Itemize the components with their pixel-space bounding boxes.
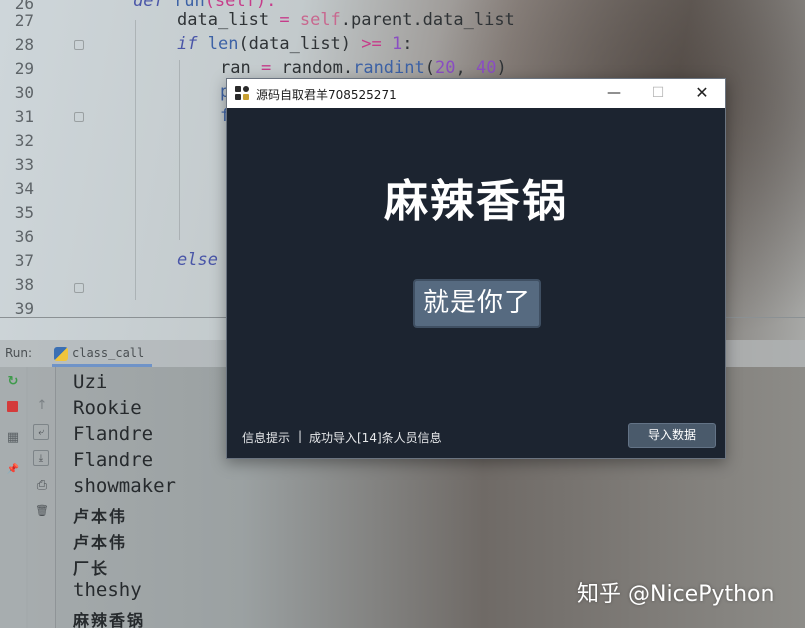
line-number: 35 (14, 203, 34, 222)
pick-button[interactable]: 就是你了 (413, 279, 541, 328)
keyword: if (177, 34, 198, 54)
code-line-27[interactable]: data_list = self.parent.data_list (177, 10, 515, 30)
line-number: 32 (14, 131, 34, 150)
line-number: 39 (14, 299, 34, 318)
line-number: 30 (14, 83, 34, 102)
scroll-to-end-icon[interactable]: ⤓ (33, 450, 49, 466)
console-line: 厂长 (73, 559, 110, 578)
code-line-28[interactable]: if len(data_list) >= 1: (177, 34, 412, 54)
line-number: 31 (14, 107, 34, 126)
watermark: 知乎 @NicePython (577, 582, 775, 607)
minimize-button[interactable]: — (591, 79, 637, 108)
import-data-button[interactable]: 导入数据 (628, 423, 716, 448)
indent-guide (179, 60, 180, 240)
line-number: 27 (14, 11, 34, 30)
maximize-button[interactable]: ☐ (635, 79, 681, 108)
code-line-37[interactable]: else (177, 250, 218, 270)
console-line: Flandre (73, 423, 154, 445)
code-text: , (455, 58, 476, 78)
code-text: ) (496, 58, 507, 78)
operator: = (279, 10, 290, 30)
tab-label: class_call (72, 346, 145, 360)
code-line-29[interactable]: ran = random.randint(20, 40) (220, 58, 507, 78)
close-button[interactable]: ✕ (679, 79, 725, 108)
python-icon (54, 347, 68, 361)
code-text: : (402, 34, 413, 54)
operator: >= (361, 34, 382, 54)
self-keyword: self (289, 10, 341, 30)
fold-marker-icon[interactable] (74, 40, 84, 50)
console-line: 卢本伟 (73, 507, 128, 526)
indent-guide (135, 20, 136, 300)
fold-marker-icon[interactable] (74, 283, 84, 293)
console-line: 麻辣香锅 (73, 611, 146, 628)
line-number: 38 (14, 275, 34, 294)
code-text: ran (220, 58, 261, 78)
status-message: 成功导入[14]条人员信息 (309, 431, 442, 445)
status-separator: | (298, 429, 303, 443)
soft-wrap-icon[interactable]: ⤶ (33, 424, 49, 440)
rerun-icon[interactable]: ↻ (5, 374, 21, 390)
line-number: 37 (14, 251, 34, 270)
run-label: Run: (5, 346, 33, 360)
console-line: showmaker (73, 475, 176, 497)
code-text: .parent.data_list (340, 10, 515, 30)
line-number-gutter: 26 27 28 29 30 31 32 33 34 35 36 37 38 3… (0, 0, 40, 320)
operator: = (260, 58, 272, 78)
keyword: else (177, 250, 218, 270)
code-text: random. (271, 58, 354, 78)
code-text: ( (424, 58, 435, 78)
console-line: Flandre (73, 449, 154, 471)
console-line: Rookie (73, 397, 142, 419)
console-line: 卢本伟 (73, 533, 128, 552)
status-label: 信息提示 (242, 431, 291, 445)
line-number: 33 (14, 155, 34, 174)
trash-icon[interactable]: 🗑 (34, 503, 50, 519)
number: 1 (381, 34, 403, 54)
pin-icon[interactable]: 📌 (5, 462, 21, 478)
scroll-up-icon[interactable]: ↑ (34, 398, 50, 414)
line-number: 29 (14, 59, 34, 78)
line-number: 34 (14, 179, 34, 198)
window-titlebar[interactable]: 源码自取君羊708525271 — ☐ ✕ (227, 79, 725, 108)
print-icon[interactable]: ⎙ (34, 478, 50, 494)
code-text: data_list (177, 10, 280, 30)
lottery-app-window: 源码自取君羊708525271 — ☐ ✕ 麻辣香锅 就是你了 信息提示 | 成… (226, 78, 726, 459)
window-title: 源码自取君羊708525271 (256, 88, 397, 102)
fold-marker-icon[interactable] (74, 112, 84, 122)
number: 40 (475, 58, 497, 78)
console-line: Uzi (73, 371, 108, 393)
line-number: 28 (14, 35, 34, 54)
app-icon (235, 86, 250, 101)
code-text: (data_list) (238, 34, 362, 54)
keyword: def (133, 0, 164, 11)
number: 20 (435, 58, 456, 78)
console-line: theshy (73, 579, 142, 601)
selected-name: 麻辣香锅 (384, 176, 568, 227)
stop-icon[interactable] (7, 401, 18, 412)
function-name: randint (353, 58, 425, 78)
line-number: 36 (14, 227, 34, 246)
builtin: len (197, 34, 239, 54)
layout-icon[interactable]: ▦ (5, 430, 21, 446)
tab-class-call[interactable]: class_call (52, 343, 153, 367)
